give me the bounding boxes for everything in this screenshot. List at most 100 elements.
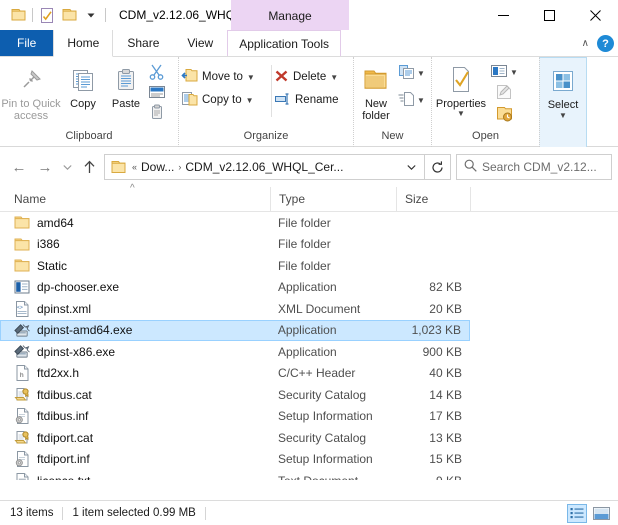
address-field[interactable]: « Dow... › CDM_v2.12.06_WHQL_Cer... xyxy=(104,154,425,180)
column-header-name[interactable]: Name ^ xyxy=(0,183,270,212)
new-folder-button[interactable]: New folder xyxy=(354,61,398,122)
table-row[interactable]: dpinst-x86.exe Application 900 KB xyxy=(0,341,618,363)
app-window-icon xyxy=(14,279,30,295)
ribbon: Pin to Quick access Copy Paste Clipboard… xyxy=(0,57,618,147)
caret-down-icon[interactable]: ▼ xyxy=(247,73,255,82)
table-row[interactable]: amd64 File folder xyxy=(0,212,618,234)
cut-icon[interactable] xyxy=(148,64,166,83)
close-button[interactable] xyxy=(572,0,618,30)
file-name: dpinst-amd64.exe xyxy=(37,323,133,338)
delete-button[interactable]: Delete ▼ xyxy=(272,66,352,88)
details-view-button[interactable] xyxy=(567,503,587,523)
tab-file[interactable]: File xyxy=(0,30,54,56)
delete-icon xyxy=(274,69,289,86)
table-row[interactable]: dpinst-amd64.exe Application 1,023 KB xyxy=(0,319,470,341)
caret-down-icon[interactable]: ▼ xyxy=(417,96,425,105)
copy-icon xyxy=(70,63,96,97)
caret-down-icon[interactable]: ▼ xyxy=(457,109,465,118)
table-row[interactable]: licence.txt Text Document 9 KB xyxy=(0,470,618,480)
recent-locations-button[interactable] xyxy=(58,154,76,180)
back-button[interactable]: ← xyxy=(6,154,32,180)
divider xyxy=(32,8,33,22)
header-file-icon: h xyxy=(14,365,30,382)
caret-down-icon[interactable]: ▼ xyxy=(510,68,518,77)
column-header-type[interactable]: Type xyxy=(270,186,396,212)
tab-home[interactable]: Home xyxy=(53,30,114,57)
file-size: 82 KB xyxy=(429,280,462,295)
maximize-button[interactable] xyxy=(526,0,572,30)
new-folder-icon[interactable] xyxy=(58,4,80,26)
move-to-button[interactable]: Move to ▼ xyxy=(179,66,271,88)
table-row[interactable]: <> dpinst.xml XML Document 20 KB xyxy=(0,298,618,320)
copy-button[interactable]: Copy xyxy=(62,61,104,110)
search-icon xyxy=(464,159,477,175)
table-row[interactable]: ftdiport.inf Setup Information 15 KB xyxy=(0,449,618,471)
easy-access-icon[interactable] xyxy=(398,91,415,110)
search-input[interactable]: Search CDM_v2.12... xyxy=(456,154,612,180)
pin-to-quick-access-button[interactable]: Pin to Quick access xyxy=(0,61,62,122)
breadcrumb-item-downloads[interactable]: Dow... xyxy=(141,160,174,174)
file-name-cell: ftdiport.inf xyxy=(0,451,270,468)
paste-button[interactable]: Paste xyxy=(104,61,148,110)
copy-label: Copy xyxy=(70,98,96,110)
copy-to-icon xyxy=(181,91,198,109)
table-row[interactable]: ftdiport.cat Security Catalog 13 KB xyxy=(0,427,618,449)
table-row[interactable]: ftdibus.cat Security Catalog 14 KB xyxy=(0,384,618,406)
caret-down-icon[interactable]: ▼ xyxy=(246,96,254,105)
help-icon[interactable]: ? xyxy=(597,35,614,52)
properties-button[interactable]: Properties ▼ xyxy=(432,61,490,118)
driver-install-icon xyxy=(14,322,30,338)
chevron-up-icon[interactable]: ∧ xyxy=(582,38,589,49)
column-header-size-label: Size xyxy=(405,192,429,206)
breadcrumb-item-current[interactable]: CDM_v2.12.06_WHQL_Cer... xyxy=(185,160,343,174)
select-button[interactable]: Select ▼ xyxy=(540,62,586,120)
folder-icon[interactable] xyxy=(7,4,29,26)
minimize-button[interactable] xyxy=(480,0,526,30)
customize-qat-dropdown[interactable] xyxy=(80,4,102,26)
file-size: 14 KB xyxy=(429,387,462,402)
table-row[interactable]: dp-chooser.exe Application 82 KB xyxy=(0,277,618,299)
paste-icon xyxy=(113,63,139,97)
column-header-size[interactable]: Size xyxy=(396,186,470,212)
breadcrumb-overflow[interactable]: « xyxy=(130,162,139,172)
file-type: XML Document xyxy=(278,301,361,316)
chevron-right-icon: › xyxy=(178,162,182,172)
caret-down-icon[interactable]: ▼ xyxy=(417,69,425,78)
file-type: Security Catalog xyxy=(278,387,367,402)
address-dropdown-button[interactable] xyxy=(398,155,424,179)
table-row[interactable]: Static File folder xyxy=(0,255,618,277)
caret-down-icon[interactable]: ▼ xyxy=(559,111,567,120)
file-type: File folder xyxy=(278,237,331,252)
properties-icon[interactable] xyxy=(36,4,58,26)
open-icon[interactable] xyxy=(490,64,508,81)
ribbon-tab-strip: File Home Share View Application Tools ∧… xyxy=(0,30,618,57)
column-header-blank[interactable] xyxy=(470,186,570,212)
refresh-button[interactable] xyxy=(425,154,451,180)
tab-view-label: View xyxy=(187,36,214,50)
table-row[interactable]: h ftd2xx.h C/C++ Header 40 KB xyxy=(0,363,618,385)
file-type: Setup Information xyxy=(278,409,373,424)
copy-path-icon[interactable] xyxy=(148,85,166,102)
file-list[interactable]: amd64 File folder i386 File folder Stati… xyxy=(0,212,618,480)
folder-icon xyxy=(109,160,128,174)
contextual-tab-manage[interactable]: Manage xyxy=(231,0,349,31)
paste-shortcut-icon[interactable] xyxy=(149,104,165,123)
forward-button[interactable]: → xyxy=(32,154,58,180)
file-name-cell: h ftd2xx.h xyxy=(0,365,270,382)
history-icon[interactable] xyxy=(495,106,513,125)
edit-icon[interactable] xyxy=(495,84,513,103)
up-button[interactable] xyxy=(76,154,102,180)
new-item-icon[interactable] xyxy=(398,64,415,83)
tab-view[interactable]: View xyxy=(173,30,227,56)
caret-down-icon[interactable]: ▼ xyxy=(330,73,338,82)
table-row[interactable]: i386 File folder xyxy=(0,234,618,256)
large-icons-view-button[interactable] xyxy=(591,504,611,523)
tab-application-tools[interactable]: Application Tools xyxy=(227,30,342,56)
copy-to-button[interactable]: Copy to ▼ xyxy=(179,89,271,111)
rename-button[interactable]: Rename xyxy=(272,89,352,111)
item-count: 13 items xyxy=(10,507,54,519)
tab-share[interactable]: Share xyxy=(113,30,173,56)
folder-icon xyxy=(14,236,30,252)
table-row[interactable]: ftdibus.inf Setup Information 17 KB xyxy=(0,406,618,428)
select-label: Select xyxy=(547,99,579,111)
